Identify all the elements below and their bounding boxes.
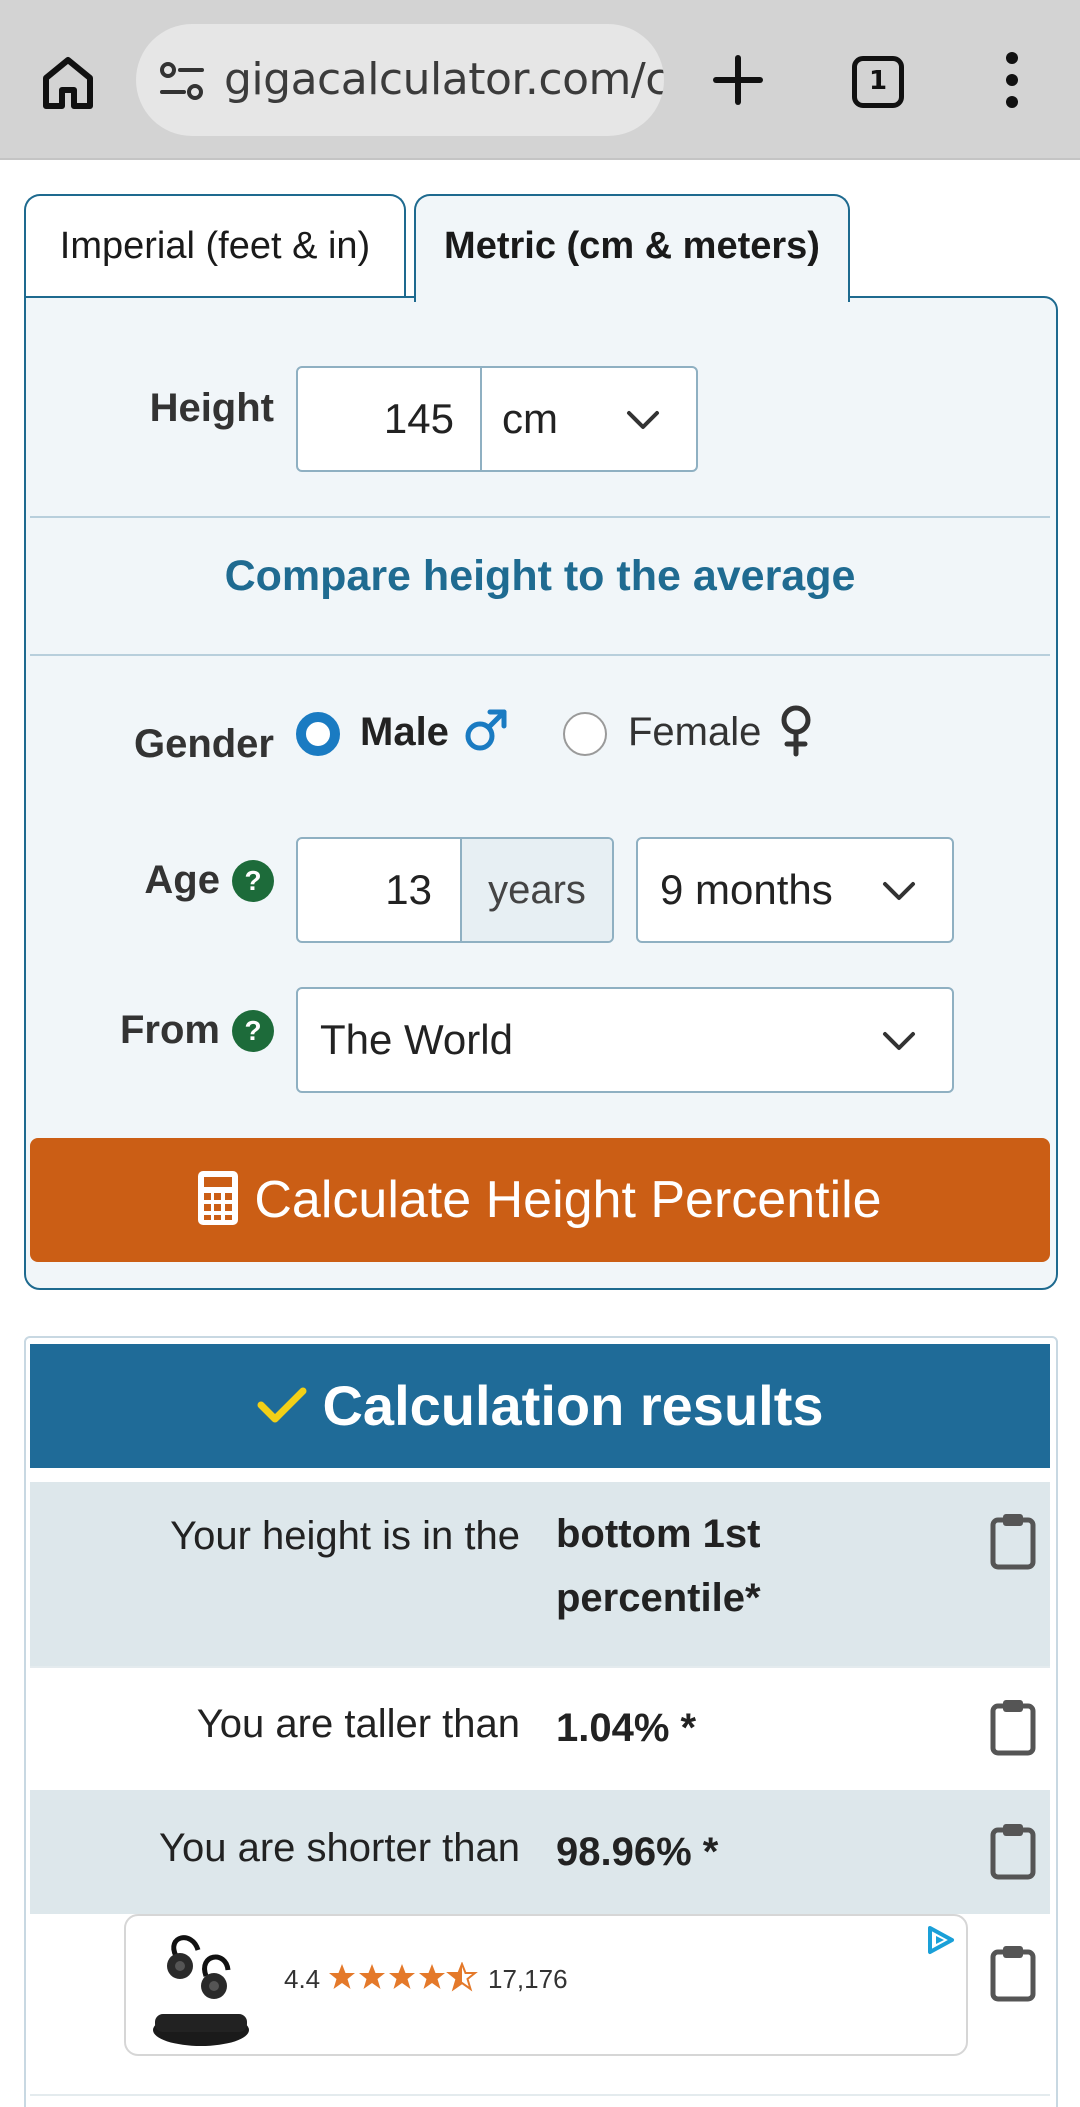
- country-select[interactable]: The World: [296, 987, 954, 1093]
- tab-divider: [24, 296, 406, 298]
- section-divider: [30, 516, 1050, 518]
- section-divider: [30, 654, 1050, 656]
- female-option-label[interactable]: Female: [628, 710, 761, 755]
- height-label: Height: [149, 386, 274, 430]
- clipboard-icon[interactable]: [990, 1944, 1036, 2002]
- result-label: Your height is in the: [170, 1514, 520, 1558]
- result-value-line2: percentile*: [556, 1576, 761, 1620]
- ad-rating: 4.4: [284, 1964, 321, 1994]
- female-radio[interactable]: [563, 712, 607, 756]
- browser-toolbar: gigacalculator.com/c 1: [0, 0, 1080, 160]
- result-label: You are shorter than: [159, 1826, 520, 1870]
- from-label: From: [120, 1008, 220, 1052]
- result-row-shorter: You are shorter than 98.96% *: [30, 1790, 1050, 1914]
- star-rating-icon: [329, 1962, 478, 1992]
- clipboard-icon[interactable]: [990, 1698, 1036, 1756]
- checkmark-icon: [257, 1387, 307, 1423]
- height-unit-value: cm: [502, 395, 558, 442]
- more-options-icon[interactable]: [994, 50, 1030, 110]
- male-radio[interactable]: [296, 712, 340, 756]
- advertisement-banner[interactable]: 4.4 17,176: [124, 1914, 968, 2056]
- results-header: Calculation results: [30, 1344, 1050, 1468]
- calculate-button-label: Calculate Height Percentile: [254, 1171, 882, 1229]
- clipboard-icon[interactable]: [990, 1512, 1036, 1570]
- adchoices-icon[interactable]: [924, 1924, 956, 1956]
- result-value-line1: bottom 1st: [556, 1512, 761, 1556]
- result-value: 1.04% *: [556, 1706, 697, 1750]
- result-label: You are taller than: [196, 1702, 520, 1746]
- new-tab-icon[interactable]: [710, 52, 766, 108]
- age-years-unit: years: [460, 839, 612, 941]
- result-row-taller: You are taller than 1.04% *: [30, 1668, 1050, 1788]
- calculate-button[interactable]: Calculate Height Percentile: [30, 1138, 1050, 1262]
- result-value: 98.96% *: [556, 1830, 719, 1874]
- male-symbol-icon: [465, 709, 507, 751]
- chevron-down-icon: [883, 1032, 915, 1050]
- age-months-select[interactable]: 9 months: [636, 837, 954, 943]
- row-divider: [30, 2094, 1050, 2096]
- tab-switcher-button[interactable]: 1: [852, 56, 904, 108]
- site-settings-icon[interactable]: [158, 60, 206, 104]
- tab-metric[interactable]: Metric (cm & meters): [414, 194, 850, 302]
- age-years-group: 13 years: [296, 837, 614, 943]
- url-text[interactable]: gigacalculator.com/c: [224, 52, 664, 108]
- earbuds-product-image: [153, 1935, 249, 2046]
- height-unit-select[interactable]: cm: [480, 368, 696, 470]
- age-years-input[interactable]: 13: [298, 839, 460, 941]
- chevron-down-icon: [883, 882, 915, 900]
- height-input-group: 145 cm: [296, 366, 698, 472]
- ad-review-count: 17,176: [488, 1964, 568, 1994]
- tab-imperial[interactable]: Imperial (feet & in): [24, 194, 406, 296]
- height-input[interactable]: 145: [298, 368, 480, 470]
- male-option-label[interactable]: Male: [360, 710, 449, 755]
- gender-label: Gender: [133, 722, 274, 766]
- results-title: Calculation results: [322, 1374, 824, 1437]
- female-symbol-icon: [781, 705, 811, 757]
- result-row-percentile: Your height is in the bottom 1st percent…: [30, 1482, 1050, 1666]
- calculator-icon: [198, 1171, 239, 1225]
- age-help-icon[interactable]: ?: [232, 860, 274, 902]
- home-icon[interactable]: [38, 52, 98, 112]
- age-months-value: 9 months: [660, 866, 833, 913]
- age-label: Age: [144, 858, 220, 902]
- clipboard-icon[interactable]: [990, 1822, 1036, 1880]
- chevron-down-icon: [627, 411, 659, 429]
- compare-height-link[interactable]: Compare height to the average: [30, 552, 1050, 601]
- result-value: bottom 1st percentile*: [556, 1502, 761, 1630]
- address-bar[interactable]: gigacalculator.com/c: [136, 24, 664, 136]
- from-help-icon[interactable]: ?: [232, 1010, 274, 1052]
- country-select-value: The World: [320, 1016, 513, 1063]
